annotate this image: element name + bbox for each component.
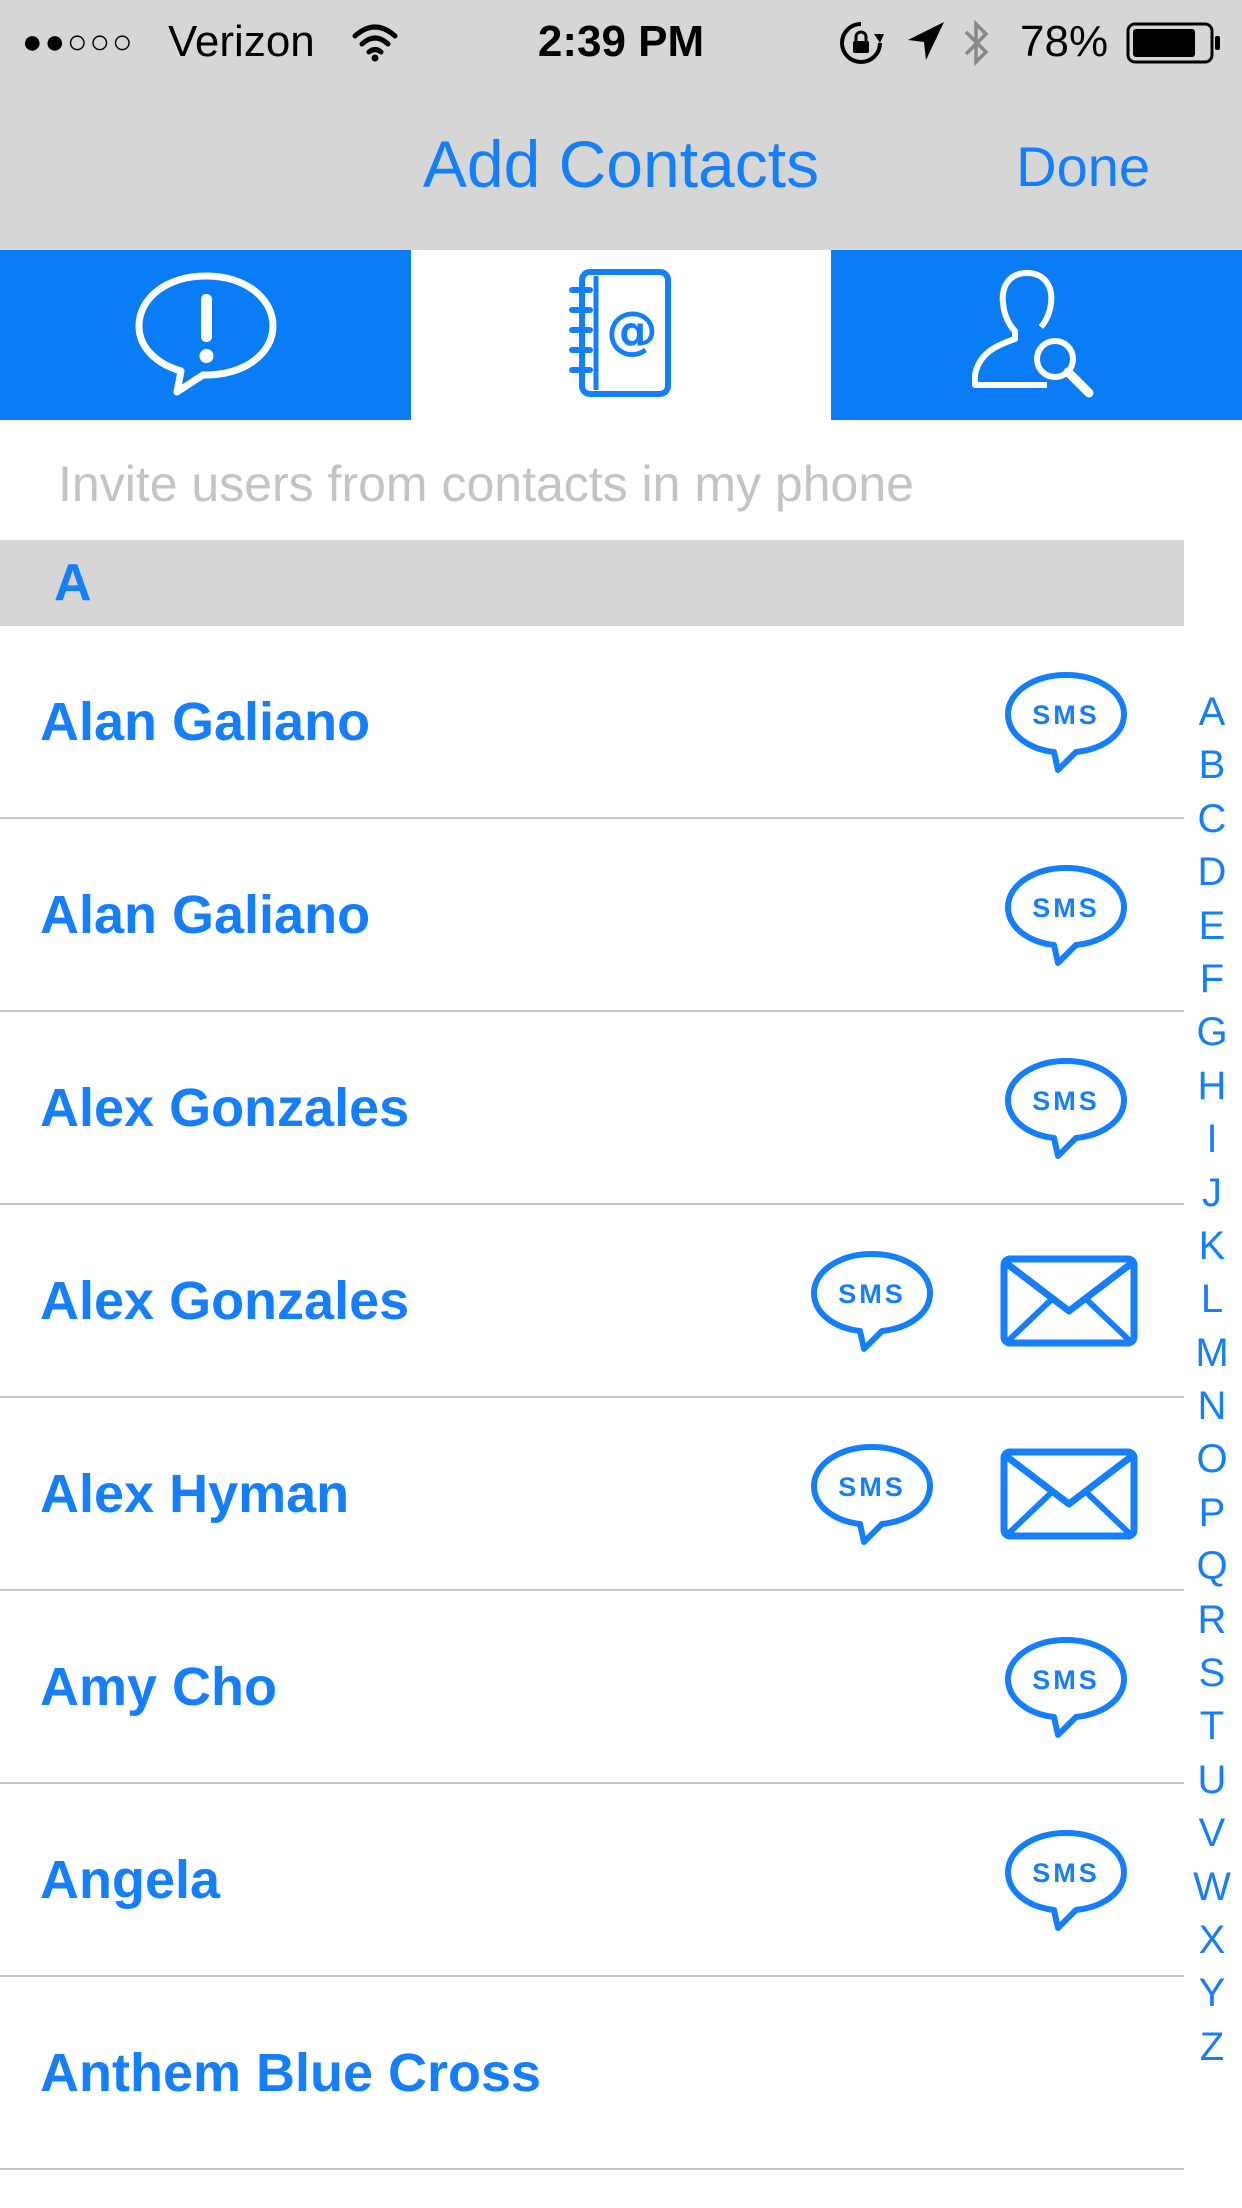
index-letter-n[interactable]: N (1198, 1380, 1227, 1433)
tab-notifications[interactable] (0, 250, 411, 420)
battery-percent: 78% (1020, 17, 1109, 66)
index-letter-l[interactable]: L (1201, 1273, 1223, 1326)
index-letter-c[interactable]: C (1198, 793, 1227, 846)
tab-bar: @ (0, 250, 1242, 420)
battery-icon (1126, 22, 1222, 78)
sms-label: SMS (1032, 1665, 1100, 1695)
index-letter-t[interactable]: T (1200, 1700, 1224, 1753)
contact-name: Alan Galiano (40, 692, 371, 752)
contact-name: Angela (40, 1850, 221, 1910)
index-letter-q[interactable]: Q (1196, 1540, 1227, 1593)
bluetooth-icon (962, 18, 992, 82)
index-letter-h[interactable]: H (1198, 1060, 1227, 1113)
index-letter-x[interactable]: X (1199, 1914, 1226, 1967)
contact-name: Alex Hyman (40, 1464, 350, 1524)
sms-invite-button[interactable]: SMS (1002, 670, 1130, 779)
sms-invite-button[interactable]: SMS (1002, 1056, 1130, 1165)
contact-row[interactable]: Anthem Blue Cross (0, 1977, 1184, 2170)
invite-hint: Invite users from contacts in my phone (58, 456, 914, 512)
section-header: A (0, 540, 1184, 626)
sms-invite-button[interactable]: SMS (808, 1249, 936, 1358)
location-arrow-icon (906, 20, 946, 76)
alphabet-index[interactable]: ABCDEFGHIJKLMNOPQRSTUVWXYZ (1190, 686, 1234, 2074)
contact-name: Anthem Blue Cross (40, 2043, 542, 2103)
index-letter-m[interactable]: M (1195, 1327, 1228, 1380)
index-letter-i[interactable]: I (1206, 1113, 1217, 1166)
section-letter: A (54, 554, 92, 612)
index-letter-r[interactable]: R (1198, 1594, 1227, 1647)
contact-row[interactable]: Alan Galiano SMS (0, 819, 1184, 1012)
sms-invite-button[interactable]: SMS (808, 1442, 936, 1551)
sms-invite-button[interactable]: SMS (1002, 1828, 1130, 1937)
contact-row[interactable]: Alex Hyman SMS (0, 1398, 1184, 1591)
sms-label: SMS (1032, 893, 1100, 923)
index-letter-f[interactable]: F (1200, 953, 1224, 1006)
index-letter-k[interactable]: K (1199, 1220, 1226, 1273)
index-letter-o[interactable]: O (1196, 1433, 1227, 1486)
tab-search-users[interactable] (831, 250, 1242, 420)
alert-bubble-icon (131, 268, 281, 403)
contact-row[interactable]: Alan Galiano SMS (0, 626, 1184, 819)
index-letter-s[interactable]: S (1199, 1647, 1226, 1700)
index-letter-u[interactable]: U (1198, 1754, 1227, 1807)
contact-row[interactable]: Alex Gonzales SMS (0, 1205, 1184, 1398)
index-letter-p[interactable]: P (1199, 1487, 1226, 1540)
svg-text:@: @ (606, 301, 658, 361)
index-letter-d[interactable]: D (1198, 846, 1227, 899)
user-search-icon (967, 263, 1107, 408)
index-letter-e[interactable]: E (1199, 900, 1226, 953)
tab-phone-contacts[interactable]: @ (411, 250, 831, 420)
index-letter-a[interactable]: A (1199, 686, 1226, 739)
contact-list: Alan Galiano SMS Alan Galiano SMS Alex Gonza… (0, 626, 1184, 2170)
index-letter-w[interactable]: W (1193, 1861, 1231, 1914)
rotation-lock-icon (838, 20, 884, 80)
sms-invite-button[interactable]: SMS (1002, 863, 1130, 972)
sms-label: SMS (1032, 700, 1100, 730)
index-letter-j[interactable]: J (1202, 1167, 1222, 1220)
email-invite-button[interactable] (1000, 1448, 1138, 1545)
index-letter-v[interactable]: V (1199, 1807, 1226, 1860)
sms-invite-button[interactable]: SMS (1002, 1635, 1130, 1744)
email-invite-button[interactable] (1000, 1255, 1138, 1352)
sms-label: SMS (838, 1279, 906, 1309)
index-letter-b[interactable]: B (1199, 739, 1226, 792)
done-button[interactable]: Done (1016, 132, 1150, 202)
index-letter-g[interactable]: G (1196, 1006, 1227, 1059)
status-bar: ●●○○○ Verizon 2:39 PM 78% (0, 0, 1242, 84)
sms-label: SMS (1032, 1858, 1100, 1888)
contact-name: Alan Galiano (40, 885, 371, 945)
contact-name: Alex Gonzales (40, 1078, 410, 1138)
sms-label: SMS (838, 1472, 906, 1502)
sms-label: SMS (1032, 1086, 1100, 1116)
contact-name: Alex Gonzales (40, 1271, 410, 1331)
contact-row[interactable]: Angela SMS (0, 1784, 1184, 1977)
index-letter-y[interactable]: Y (1199, 1967, 1226, 2020)
address-book-icon: @ (566, 266, 676, 405)
navigation-bar: Add Contacts Done (0, 84, 1242, 250)
index-letter-z[interactable]: Z (1200, 2021, 1224, 2074)
contact-row[interactable]: Alex Gonzales SMS (0, 1012, 1184, 1205)
contact-name: Amy Cho (40, 1657, 278, 1717)
contact-row[interactable]: Amy Cho SMS (0, 1591, 1184, 1784)
